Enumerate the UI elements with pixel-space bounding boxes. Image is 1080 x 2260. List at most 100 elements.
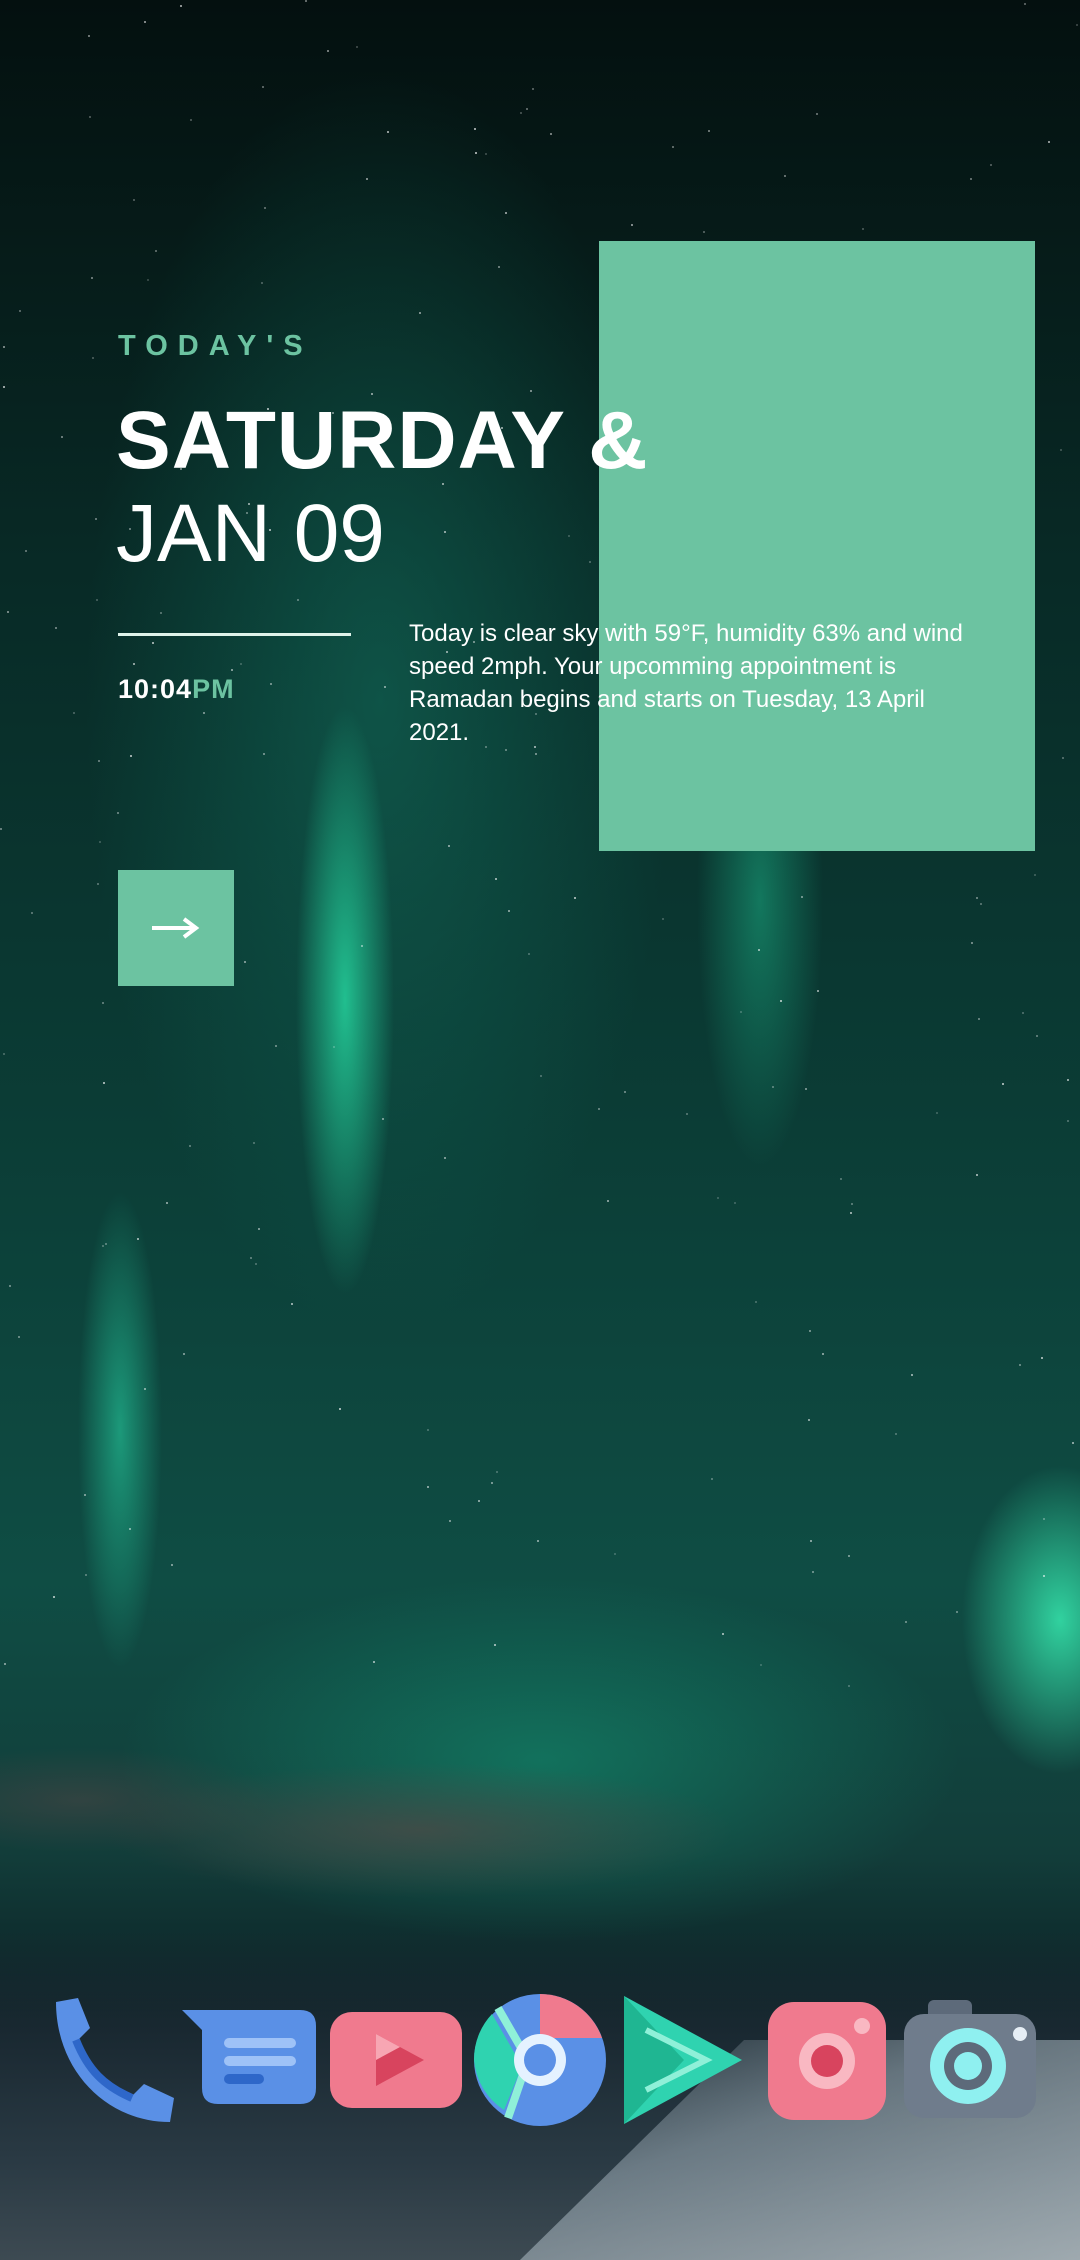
star <box>333 1046 335 1048</box>
star <box>263 753 265 755</box>
phone-icon[interactable] <box>42 1990 182 2130</box>
star <box>144 1388 146 1390</box>
star <box>801 896 803 898</box>
star <box>936 1112 938 1114</box>
star <box>491 1482 493 1484</box>
star <box>61 436 63 438</box>
star <box>103 1082 105 1084</box>
star <box>89 116 91 118</box>
star <box>816 113 818 115</box>
widget-label: TODAY'S <box>118 330 313 362</box>
star <box>1043 1518 1045 1520</box>
star <box>261 282 263 284</box>
star <box>850 1212 852 1214</box>
star <box>505 212 507 214</box>
star <box>540 1075 542 1077</box>
star <box>530 390 532 392</box>
star <box>203 712 205 714</box>
star <box>117 812 119 814</box>
star <box>1062 757 1064 759</box>
star <box>19 310 21 312</box>
star <box>805 1088 807 1090</box>
star <box>755 1301 757 1303</box>
star <box>305 0 307 2</box>
star <box>862 228 864 230</box>
wallpaper-clouds <box>0 1700 1080 1960</box>
star <box>686 1113 688 1115</box>
youtube-icon[interactable] <box>326 1990 466 2130</box>
star <box>978 1018 980 1020</box>
star <box>444 1157 446 1159</box>
star <box>734 1202 736 1204</box>
widget-time: 10:04PM <box>118 674 235 705</box>
star <box>976 1174 978 1176</box>
star <box>976 897 978 899</box>
star <box>0 828 2 830</box>
star <box>970 178 972 180</box>
chrome-icon[interactable] <box>470 1990 610 2130</box>
star <box>240 663 242 665</box>
star <box>614 1553 616 1555</box>
star <box>703 231 705 233</box>
star <box>722 1633 724 1635</box>
star <box>382 1118 384 1120</box>
star <box>96 599 98 601</box>
star <box>84 1494 86 1496</box>
star <box>508 910 510 912</box>
star <box>427 1429 429 1431</box>
star <box>3 386 5 388</box>
star <box>708 130 710 132</box>
star <box>91 277 93 279</box>
star <box>526 108 528 110</box>
star <box>9 1285 11 1287</box>
star <box>95 518 97 520</box>
star <box>1041 1357 1043 1359</box>
star <box>387 131 389 133</box>
star <box>808 1419 810 1421</box>
star <box>133 663 135 665</box>
star <box>427 1486 429 1488</box>
star <box>758 949 760 951</box>
star <box>607 1200 609 1202</box>
star <box>250 1257 252 1259</box>
star <box>180 5 182 7</box>
star <box>4 1663 6 1665</box>
star <box>262 86 264 88</box>
star <box>535 753 537 755</box>
star <box>166 1202 168 1204</box>
star <box>1022 1012 1024 1014</box>
play-store-icon[interactable] <box>616 1990 756 2130</box>
star <box>133 199 135 201</box>
star <box>1076 24 1078 26</box>
star <box>244 961 246 963</box>
star <box>971 942 973 944</box>
instagram-icon[interactable] <box>760 1990 900 2130</box>
star <box>495 878 497 880</box>
star <box>812 1571 814 1573</box>
star <box>327 50 329 52</box>
arrow-button[interactable] <box>118 870 234 986</box>
star <box>550 133 552 135</box>
widget-day: SATURDAY & <box>116 395 649 486</box>
star <box>264 207 266 209</box>
star <box>7 611 9 613</box>
star <box>339 1408 341 1410</box>
star <box>1060 449 1062 451</box>
star <box>485 153 487 155</box>
star <box>760 1664 762 1666</box>
star <box>780 1000 782 1002</box>
camera-icon[interactable] <box>900 1990 1040 2130</box>
messages-icon[interactable] <box>180 1990 320 2130</box>
star <box>1048 141 1050 143</box>
star <box>147 279 149 281</box>
star <box>1043 1575 1045 1577</box>
star <box>448 845 450 847</box>
star <box>98 760 100 762</box>
star <box>711 1478 713 1480</box>
star <box>152 642 154 644</box>
arrow-right-icon <box>152 917 200 939</box>
star <box>475 152 477 154</box>
star <box>980 903 982 905</box>
star <box>97 883 99 885</box>
star <box>589 561 591 563</box>
